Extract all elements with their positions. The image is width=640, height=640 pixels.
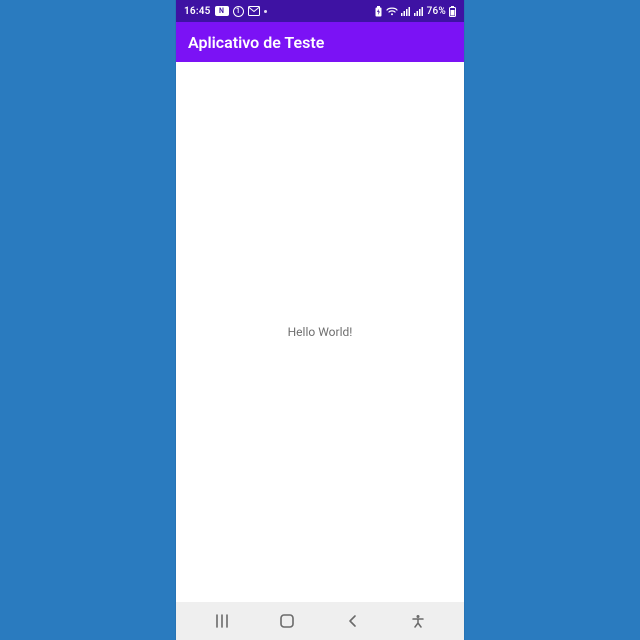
- app-title: Aplicativo de Teste: [188, 33, 324, 52]
- stage-background: 16:45 N 1: [0, 0, 640, 640]
- app-content: Hello World!: [176, 62, 464, 602]
- system-nav-bar: [176, 602, 464, 640]
- mail-icon: [248, 6, 260, 16]
- signal-2-icon: [414, 7, 424, 16]
- recents-icon: [214, 614, 230, 628]
- notification-count-icon: 1: [233, 6, 244, 17]
- nav-accessibility-button[interactable]: [398, 606, 438, 636]
- nav-recents-button[interactable]: [202, 606, 242, 636]
- nav-home-button[interactable]: [267, 606, 307, 636]
- battery-icon: [449, 6, 456, 17]
- battery-saver-icon: [374, 6, 383, 17]
- back-icon: [346, 614, 360, 628]
- more-notifications-icon: [264, 10, 267, 13]
- nfc-icon: N: [215, 6, 229, 16]
- signal-1-icon: [401, 7, 411, 16]
- nav-back-button[interactable]: [333, 606, 373, 636]
- status-right: 76%: [374, 6, 456, 17]
- accessibility-icon: [411, 614, 425, 628]
- status-time: 16:45: [184, 6, 211, 17]
- battery-percent: 76%: [427, 6, 446, 17]
- phone-frame: 16:45 N 1: [176, 0, 464, 640]
- home-icon: [279, 613, 295, 629]
- wifi-icon: [386, 7, 398, 16]
- status-bar: 16:45 N 1: [176, 0, 464, 22]
- hello-text: Hello World!: [288, 325, 353, 339]
- app-bar: Aplicativo de Teste: [176, 22, 464, 62]
- status-left: 16:45 N 1: [184, 6, 374, 17]
